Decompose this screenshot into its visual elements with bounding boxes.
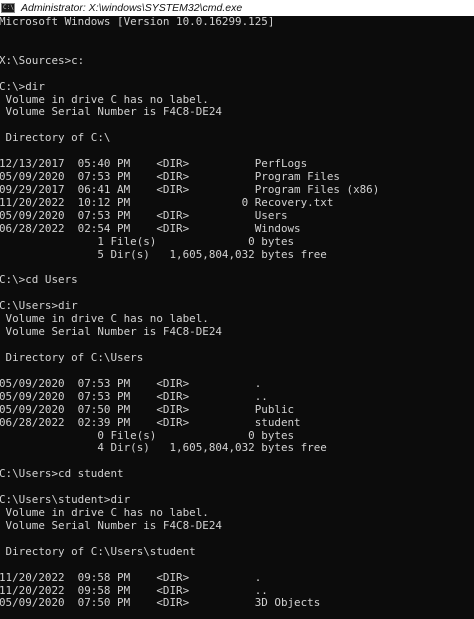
- console-line: 05/09/2020 07:53 PM <DIR> ..: [0, 389, 268, 403]
- cmd-console-icon: C:\: [1, 3, 15, 13]
- console-line: 05/09/2020 07:53 PM <DIR> Users: [0, 208, 288, 222]
- console-line: X:\Sources>c:: [0, 53, 85, 67]
- console-line: Directory of C:\: [0, 131, 111, 145]
- console-line: Microsoft Windows [Version 10.0.16299.12…: [0, 16, 275, 28]
- console-line: 1 File(s) 0 bytes: [0, 234, 295, 248]
- console-line: Directory of C:\Users: [0, 350, 144, 364]
- console-line: 5 Dir(s) 1,605,804,032 bytes free: [0, 247, 327, 261]
- console-line: 11/20/2022 10:12 PM 0 Recovery.txt: [0, 195, 334, 209]
- console-line: Volume Serial Number is F4C8-DE24: [0, 325, 222, 339]
- console-line: 09/29/2017 06:41 AM <DIR> Program Files …: [0, 182, 380, 196]
- console-line: C:\>cd Users: [0, 273, 78, 287]
- console-output[interactable]: Microsoft Windows [Version 10.0.16299.12…: [0, 16, 474, 619]
- window-title: Administrator: X:\windows\SYSTEM32\cmd.e…: [21, 2, 243, 14]
- console-line: Volume Serial Number is F4C8-DE24: [0, 518, 222, 532]
- console-line: 06/28/2022 02:39 PM <DIR> student: [0, 415, 301, 429]
- console-line: 05/09/2020 07:50 PM <DIR> Public: [0, 402, 295, 416]
- console-line: 11/20/2022 09:58 PM <DIR> .: [0, 570, 262, 584]
- console-line: Volume Serial Number is F4C8-DE24: [0, 105, 222, 119]
- console-line: 05/09/2020 07:53 PM <DIR> .: [0, 376, 262, 390]
- console-line: 06/28/2022 02:54 PM <DIR> Windows: [0, 221, 301, 235]
- title-bar[interactable]: C:\ Administrator: X:\windows\SYSTEM32\c…: [0, 0, 474, 16]
- console-line: Volume in drive C has no label.: [0, 506, 209, 520]
- console-line: Directory of C:\Users\student: [0, 544, 196, 558]
- console-line: 05/09/2020 07:50 PM <DIR> 3D Objects: [0, 596, 321, 610]
- console-line: C:\>dir: [0, 79, 45, 93]
- cmd-window: C:\ Administrator: X:\windows\SYSTEM32\c…: [0, 0, 474, 619]
- console-line: 4 Dir(s) 1,605,804,032 bytes free: [0, 441, 327, 455]
- console-line: C:\Users>cd student: [0, 467, 124, 481]
